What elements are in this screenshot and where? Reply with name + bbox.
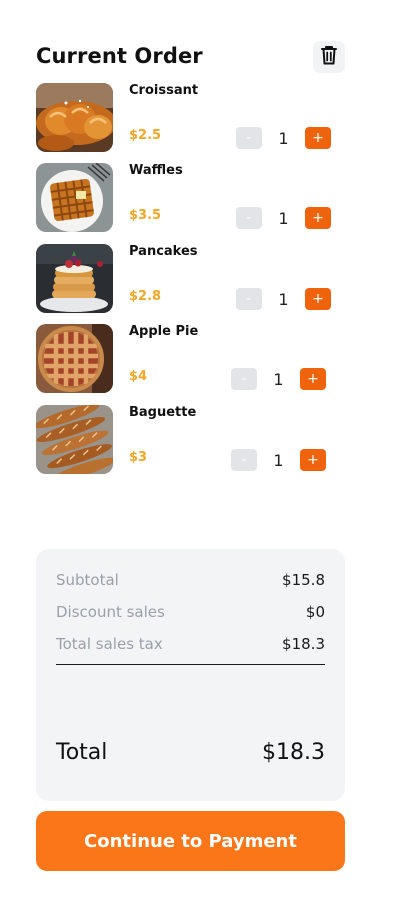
decrease-quantity-button[interactable]: - [236, 127, 262, 149]
discount-value: $0 [305, 603, 325, 621]
decrease-quantity-button[interactable]: - [231, 449, 257, 471]
quantity-stepper: - 1 + [231, 448, 326, 472]
item-price: $3 [129, 450, 148, 465]
quantity-stepper: - 1 + [231, 367, 326, 391]
item-price: $4 [129, 369, 148, 384]
baguette-image [36, 405, 113, 474]
apple-pie-image [36, 324, 113, 393]
decrease-quantity-button[interactable]: - [236, 207, 262, 229]
croissant-image [36, 83, 113, 152]
quantity-stepper: - 1 + [236, 126, 331, 150]
order-item: Croissant $2.5 - 1 + [36, 83, 331, 152]
quantity-value: 1 [278, 208, 289, 228]
quantity-stepper: - 1 + [236, 206, 331, 230]
order-item: Apple Pie $4 - 1 + [36, 324, 330, 393]
order-header: Current Order [36, 40, 345, 76]
item-price: $2.8 [129, 289, 162, 304]
order-summary: Subtotal $15.8 Discount sales $0 Total s… [36, 549, 345, 801]
summary-divider [56, 664, 325, 665]
quantity-value: 1 [278, 289, 289, 309]
order-item: Pancakes $2.8 - 1 + [36, 244, 331, 313]
subtotal-row: Subtotal $15.8 [56, 571, 325, 591]
order-item: Baguette $3 - 1 + [36, 405, 330, 474]
increase-quantity-button[interactable]: + [300, 449, 326, 471]
item-name: Croissant [129, 83, 199, 98]
tax-value: $18.3 [282, 635, 325, 653]
increase-quantity-button[interactable]: + [305, 207, 331, 229]
order-item: Waffles $3.5 - 1 + [36, 163, 331, 232]
increase-quantity-button[interactable]: + [305, 127, 331, 149]
total-label: Total [56, 740, 108, 765]
waffles-image [36, 163, 113, 232]
item-name: Pancakes [129, 244, 198, 259]
trash-icon [319, 44, 339, 70]
tax-label: Total sales tax [56, 635, 163, 653]
subtotal-label: Subtotal [56, 571, 119, 589]
quantity-value: 1 [273, 369, 284, 389]
item-price: $3.5 [129, 208, 162, 223]
discount-row: Discount sales $0 [56, 603, 325, 623]
item-name: Apple Pie [129, 324, 199, 339]
quantity-value: 1 [273, 450, 284, 470]
clear-order-button[interactable] [313, 41, 345, 73]
pancakes-image [36, 244, 113, 313]
increase-quantity-button[interactable]: + [305, 288, 331, 310]
page-title: Current Order [36, 44, 203, 68]
total-value: $18.3 [262, 740, 325, 765]
item-name: Baguette [129, 405, 197, 420]
continue-to-payment-button[interactable]: Continue to Payment [36, 811, 345, 871]
quantity-stepper: - 1 + [236, 287, 331, 311]
tax-row: Total sales tax $18.3 [56, 635, 325, 655]
increase-quantity-button[interactable]: + [300, 368, 326, 390]
decrease-quantity-button[interactable]: - [231, 368, 257, 390]
item-price: $2.5 [129, 128, 162, 143]
quantity-value: 1 [278, 128, 289, 148]
subtotal-value: $15.8 [282, 571, 325, 589]
discount-label: Discount sales [56, 603, 165, 621]
item-name: Waffles [129, 163, 183, 178]
decrease-quantity-button[interactable]: - [236, 288, 262, 310]
